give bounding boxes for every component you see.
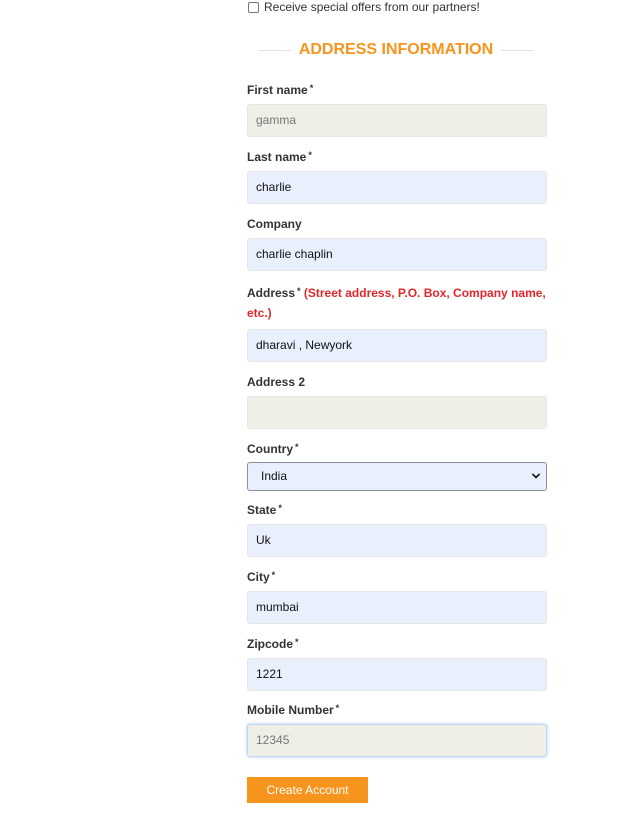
- country-selected-value: India: [261, 469, 288, 483]
- address2-label-text: Address 2: [247, 375, 306, 389]
- required-marker: *: [295, 637, 299, 647]
- company-input[interactable]: charlie chaplin: [247, 238, 547, 271]
- zipcode-label-text: Zipcode: [247, 637, 294, 651]
- first-name-input[interactable]: gamma: [247, 104, 547, 137]
- chevron-down-icon: [532, 473, 540, 479]
- last-name-label: Last name *: [247, 147, 312, 167]
- state-label: State *: [247, 500, 282, 520]
- state-label-text: State: [247, 503, 277, 517]
- address-input[interactable]: dharavi , Newyork: [247, 329, 547, 362]
- city-input[interactable]: mumbai: [247, 591, 547, 624]
- required-marker: *: [297, 286, 301, 296]
- mobile-label-text: Mobile Number: [247, 703, 334, 717]
- zipcode-label: Zipcode *: [247, 634, 299, 654]
- mobile-label: Mobile Number *: [247, 700, 339, 720]
- offers-label: Receive special offers from our partners…: [264, 0, 480, 14]
- heading-rule-left: [258, 49, 291, 51]
- address2-input[interactable]: [247, 396, 547, 429]
- address-label-text: Address: [247, 286, 296, 300]
- create-account-button[interactable]: Create Account: [247, 777, 368, 803]
- company-label: Company: [247, 214, 302, 234]
- address-label: Address * (Street address, P.O. Box, Comp…: [247, 283, 547, 323]
- address2-label: Address 2: [247, 372, 305, 392]
- heading-rule-right: [501, 49, 534, 51]
- country-label: Country *: [247, 439, 299, 459]
- city-label-text: City: [247, 570, 270, 584]
- last-name-label-text: Last name: [247, 150, 307, 164]
- country-select[interactable]: India: [247, 462, 547, 491]
- section-title: ADDRESS INFORMATION: [298, 41, 494, 58]
- first-name-label: First name *: [247, 80, 313, 100]
- address-section-heading: ADDRESS INFORMATION: [258, 38, 534, 62]
- first-name-label-text: First name: [247, 83, 308, 97]
- required-marker: *: [308, 150, 312, 160]
- required-marker: *: [271, 570, 276, 580]
- country-label-text: Country: [247, 442, 293, 456]
- mobile-input[interactable]: 12345: [247, 724, 547, 757]
- zipcode-input[interactable]: 1221: [247, 658, 547, 691]
- company-label-text: Company: [247, 217, 302, 231]
- required-marker: *: [335, 703, 340, 713]
- required-marker: *: [309, 83, 314, 93]
- city-label: City *: [247, 567, 275, 587]
- state-input[interactable]: Uk: [247, 524, 547, 557]
- offers-row: Receive special offers from our partners…: [247, 0, 480, 14]
- last-name-input[interactable]: charlie: [247, 171, 547, 204]
- required-marker: *: [295, 442, 299, 452]
- required-marker: *: [278, 503, 282, 513]
- offers-checkbox[interactable]: [248, 1, 259, 13]
